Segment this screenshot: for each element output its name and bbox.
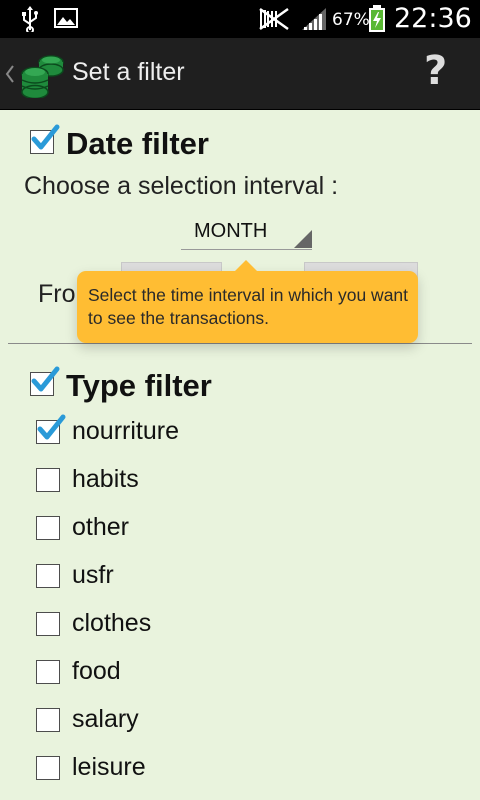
battery-charging-icon	[368, 5, 386, 38]
interval-prompt: Choose a selection interval :	[24, 172, 339, 200]
date-filter-title: Date filter	[66, 126, 209, 161]
help-button[interactable]: ?	[424, 48, 447, 94]
type-item-label: habits	[72, 465, 139, 493]
type-item-checkbox[interactable]	[36, 708, 60, 732]
date-filter-checkbox[interactable]	[30, 124, 60, 154]
battery-percent: 67%	[332, 10, 370, 30]
type-item-usfr[interactable]: usfr	[0, 552, 480, 600]
checkmark-icon	[31, 124, 60, 150]
spinner-triangle-icon	[294, 230, 312, 248]
type-item-clothes[interactable]: clothes	[0, 600, 480, 648]
chevron-left-icon	[5, 64, 15, 89]
filter-content: Date filter Choose a selection interval …	[0, 110, 480, 800]
type-item-checkbox[interactable]	[36, 516, 60, 540]
usb-icon	[20, 6, 40, 37]
type-filter-checkbox[interactable]	[30, 366, 60, 396]
type-item-food[interactable]: food	[0, 648, 480, 696]
type-item-habits[interactable]: habits	[0, 456, 480, 504]
action-bar: Set a filter ?	[0, 38, 480, 110]
type-item-checkbox[interactable]	[36, 414, 66, 444]
tooltip-pointer	[235, 260, 257, 271]
type-item-other[interactable]: other	[0, 504, 480, 552]
image-icon	[54, 8, 78, 33]
type-item-label: other	[72, 513, 129, 541]
type-item-label: salary	[72, 705, 139, 733]
from-label: Fro	[38, 280, 76, 308]
type-item-checkbox[interactable]	[36, 756, 60, 780]
type-item-checkbox[interactable]	[36, 612, 60, 636]
type-item-leisure[interactable]: leisure	[0, 744, 480, 792]
status-bar: 67% 22:36	[0, 0, 480, 38]
type-item-checkbox[interactable]	[36, 468, 60, 492]
interval-spinner[interactable]: MONTH	[181, 214, 312, 250]
signal-icon	[300, 6, 328, 37]
coins-stack-icon	[20, 50, 66, 103]
checkmark-icon	[31, 366, 60, 392]
type-item-label: nourriture	[72, 417, 179, 445]
type-item-checkbox[interactable]	[36, 564, 60, 588]
type-item-label: leisure	[72, 753, 146, 781]
section-divider	[8, 343, 472, 344]
up-navigation[interactable]	[0, 38, 70, 110]
type-filter-title: Type filter	[66, 368, 212, 403]
type-item-label: food	[72, 657, 121, 685]
type-item-label: usfr	[72, 561, 114, 589]
page-title: Set a filter	[72, 58, 185, 86]
checkmark-icon	[37, 414, 66, 440]
type-item-label: clothes	[72, 609, 152, 637]
type-item-salary[interactable]: salary	[0, 696, 480, 744]
type-item-checkbox[interactable]	[36, 660, 60, 684]
clock: 22:36	[394, 3, 472, 34]
tooltip-text: Select the time interval in which you wa…	[88, 285, 409, 328]
interval-value: MONTH	[194, 220, 268, 242]
type-item-nourriture[interactable]: nourriture	[0, 408, 480, 456]
no-sound-icon	[258, 7, 292, 36]
help-tooltip[interactable]: Select the time interval in which you wa…	[77, 260, 418, 343]
